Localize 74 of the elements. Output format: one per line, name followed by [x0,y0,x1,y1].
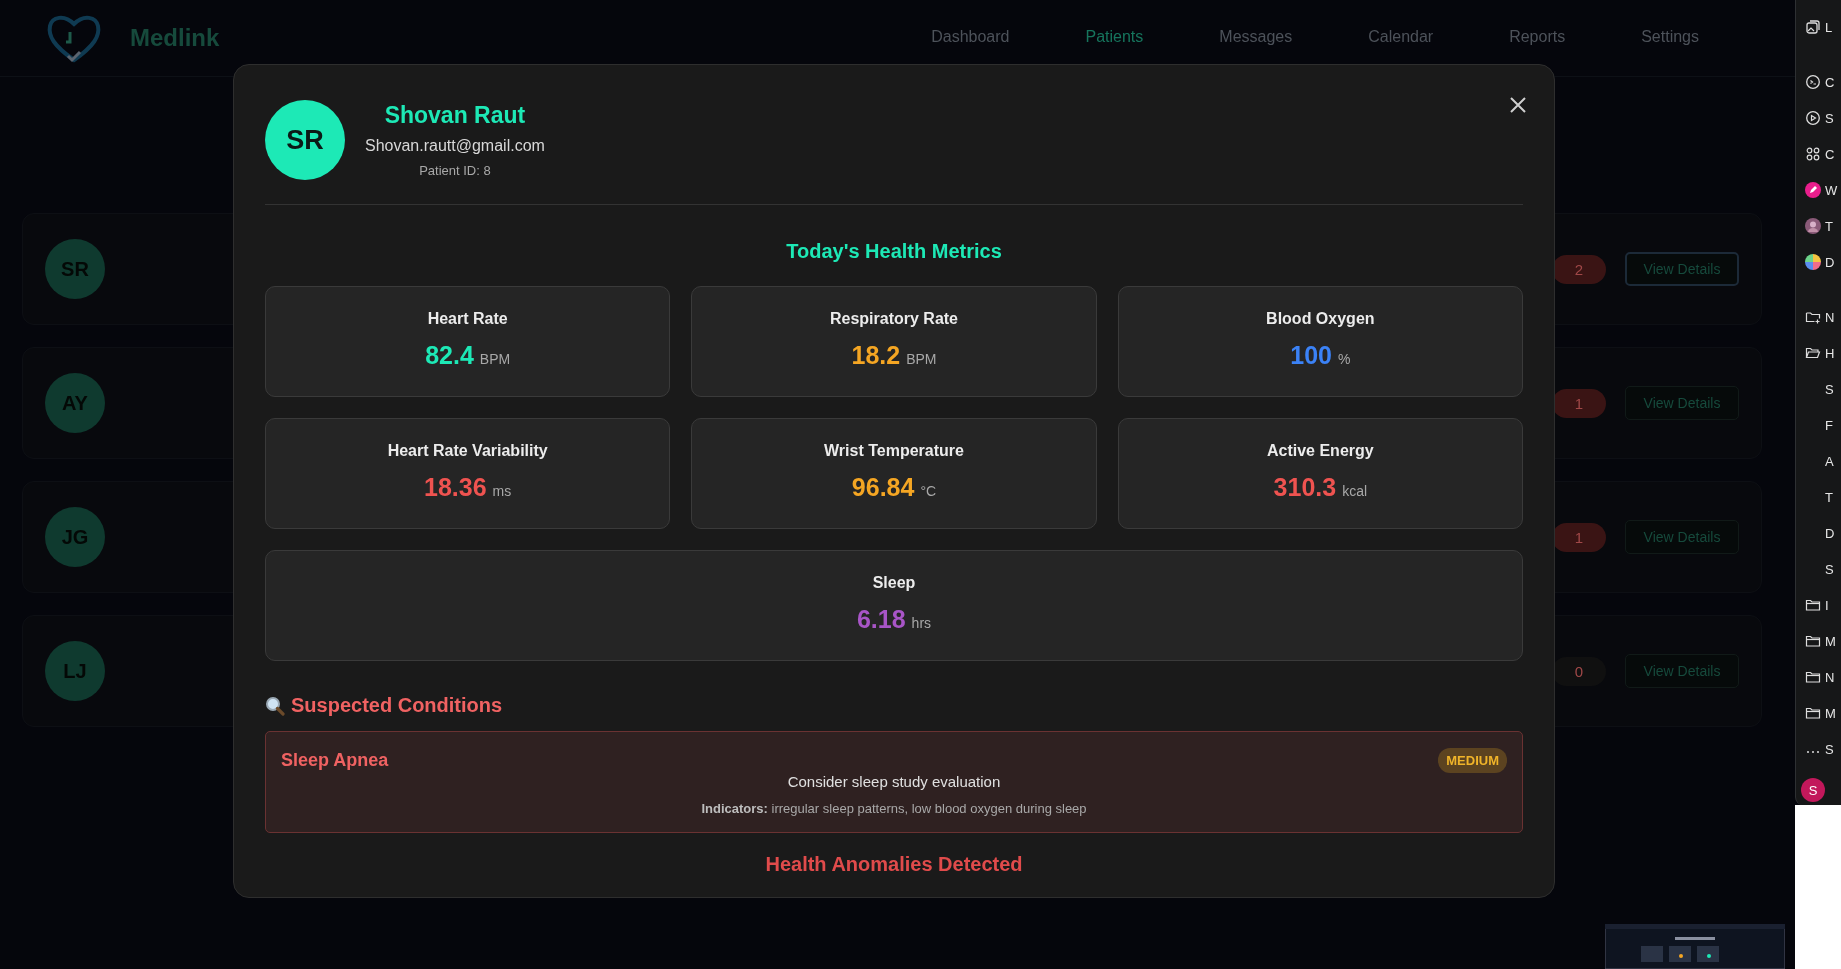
folder-icon[interactable] [1805,345,1821,361]
side-item-label[interactable]: A [1825,453,1835,469]
side-item-label[interactable]: C [1825,74,1836,90]
side-item-label[interactable]: I [1825,597,1830,613]
metric-label: Active Energy [1266,442,1374,460]
search-icon [265,695,285,716]
side-item-label[interactable]: L [1825,19,1834,35]
app-logo-text: Medlink [130,24,220,52]
side-item-label[interactable]: S [1825,381,1835,397]
alert-count: 2 [1552,254,1606,284]
patient-avatar: SR [265,100,345,180]
side-item-label[interactable]: S [1825,561,1835,577]
metric-label: Blood Oxygen [1266,310,1375,328]
close-icon[interactable] [1508,95,1528,115]
section-title: Today's Health Metrics [785,240,1003,263]
folder-icon[interactable] [1805,597,1821,613]
folder-icon[interactable] [1805,669,1821,685]
condition-name: Sleep Apnea [281,750,389,771]
side-item-label[interactable]: N [1825,309,1836,325]
recommendation-text: Consider sleep study evaluation [786,773,1002,790]
metric-label: Heart Rate [427,310,508,328]
metric-unit: BPM [479,351,511,367]
gallery-icon[interactable] [1805,19,1821,35]
metric-unit: ms [492,483,512,499]
side-item-label[interactable]: H [1825,345,1836,361]
metric-unit: hrs [911,615,932,631]
side-item-label[interactable]: C [1825,146,1836,162]
metric-value: 82.4 [425,341,474,370]
metric-unit: % [1337,351,1351,367]
metric-unit: kcal [1342,483,1368,499]
metric-value: 6.18 [856,605,906,634]
side-item-label[interactable]: T [1825,489,1834,505]
side-item-label[interactable]: S [1825,110,1835,126]
side-item-label[interactable]: M [1825,633,1837,649]
play-icon[interactable] [1805,110,1821,126]
metric-unit: °C [920,483,937,499]
apps-icon[interactable] [1805,146,1821,162]
metric-value: 100 [1290,341,1332,370]
side-item-label[interactable]: N [1825,669,1836,685]
severity-badge: MEDIUM [1438,748,1507,773]
metric-value: 18.2 [851,341,901,370]
side-item-label[interactable]: S [1825,741,1835,757]
section-title: Health Anomalies Detected [764,853,1024,876]
metric-value: 96.84 [851,473,915,502]
metric-label: Respiratory Rate [829,310,958,328]
folder-icon[interactable] [1805,633,1821,649]
terminal-icon[interactable] [1805,74,1821,90]
patient-id: Patient ID: 8 [419,163,491,178]
patient-email: Shovan.rautt@gmail.com [365,137,545,155]
metric-unit: BPM [906,351,937,367]
side-item-label[interactable]: D [1825,254,1836,270]
side-item-label[interactable]: D [1825,525,1836,541]
alert-count: 1 [1552,388,1606,418]
avatar-icon[interactable] [1805,218,1821,234]
metric-label: Heart Rate Variability [387,442,548,460]
indicators-text: Indicators: irregular sleep patterns, low blood oxygen during sleep [700,801,1088,816]
new-folder-icon[interactable] [1805,309,1821,325]
pencil-icon[interactable] [1805,182,1821,198]
metric-label: Wrist Temperature [824,442,964,460]
alert-count: 1 [1552,522,1606,552]
side-item-label[interactable]: F [1825,417,1834,433]
screenshot-thumbnail[interactable] [1605,924,1785,969]
metric-value: 18.36 [424,473,487,502]
user-avatar[interactable]: S [1801,778,1825,802]
side-item-label[interactable]: M [1825,705,1837,721]
section-title: Suspected Conditions [291,694,503,717]
folder-icon[interactable] [1805,705,1821,721]
patient-name: Shovan Raut [384,102,526,129]
metric-value: 310.3 [1273,473,1337,502]
metric-label: Sleep [872,574,916,592]
side-item-label[interactable]: T [1825,218,1834,234]
alert-count: 0 [1552,656,1606,686]
color-wheel-icon[interactable] [1805,254,1821,270]
side-item-label[interactable]: W [1825,182,1839,198]
